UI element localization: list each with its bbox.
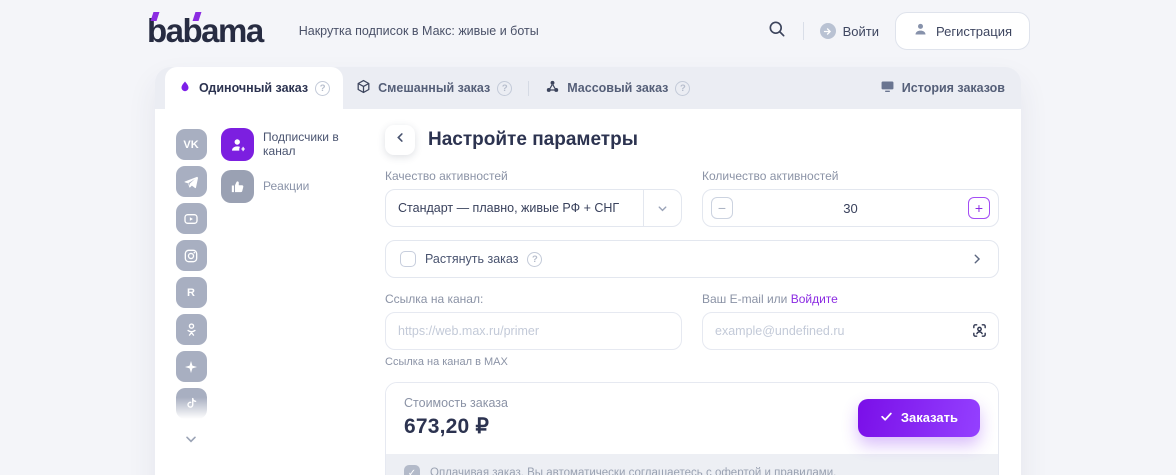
stretch-checkbox[interactable] <box>400 251 416 267</box>
rules-link[interactable]: правилами <box>774 467 833 475</box>
tab-mass-order[interactable]: Массовый заказ ? <box>532 67 703 109</box>
question-icon[interactable]: ? <box>315 81 330 96</box>
chevron-right-icon <box>970 252 984 266</box>
logo-text: babama <box>147 12 263 49</box>
register-label: Регистрация <box>936 24 1012 39</box>
monitor-icon <box>880 79 895 97</box>
logo[interactable]: babama <box>147 12 263 50</box>
service-item-reactions[interactable]: Реакции <box>221 170 369 203</box>
thumb-up-icon <box>221 170 254 203</box>
tab-bar: Одиночный заказ ? Смешанный заказ ? Масс… <box>155 67 1021 109</box>
header: babama Накрутка подписок в Макс: живые и… <box>0 0 1176 62</box>
quantity-label: Количество активностей <box>702 169 999 183</box>
stretch-label: Растянуть заказ <box>425 252 518 266</box>
person-icon <box>913 22 928 40</box>
sparkle-icon[interactable] <box>176 351 207 382</box>
agreement-bar: ✓ Оплачивая заказ, Вы автоматически согл… <box>386 454 998 475</box>
quantity-value[interactable]: 30 <box>733 201 968 216</box>
header-divider <box>803 22 804 40</box>
service-label: Реакции <box>263 180 309 194</box>
flame-icon <box>178 80 192 97</box>
youtube-icon[interactable] <box>176 203 207 234</box>
increment-button[interactable]: + <box>968 197 990 219</box>
tab-label: Массовый заказ <box>567 81 668 95</box>
stretch-order-row[interactable]: Растянуть заказ ? <box>385 240 999 278</box>
tab-mixed-order[interactable]: Смешанный заказ ? <box>343 67 525 109</box>
user-plus-icon <box>221 128 254 161</box>
odnoklassniki-icon[interactable] <box>176 314 207 345</box>
tiktok-icon[interactable] <box>176 388 207 419</box>
tab-order-history[interactable]: История заказов <box>867 67 1005 109</box>
service-list: Подписчики в канал Реакции <box>221 123 369 475</box>
order-form: Настройте параметры Качество активностей… <box>385 123 999 475</box>
quality-label: Качество активностей <box>385 169 682 183</box>
service-item-subscribers[interactable]: Подписчики в канал <box>221 128 369 161</box>
login-link[interactable]: Войдите <box>791 292 838 306</box>
quality-select[interactable]: Стандарт — плавно, живые РФ + СНГ <box>385 189 682 227</box>
rail-expand-button[interactable] <box>183 431 199 452</box>
autofill-contact-icon[interactable] <box>971 322 988 339</box>
login-label: Войти <box>843 24 879 39</box>
question-icon[interactable]: ? <box>675 81 690 96</box>
tab-divider <box>528 81 529 96</box>
telegram-icon[interactable] <box>176 166 207 197</box>
page-title: Настройте параметры <box>428 129 638 151</box>
social-network-rail: VK R <box>169 123 213 475</box>
register-button[interactable]: Регистрация <box>895 12 1030 50</box>
agreement-text: Оплачивая заказ, Вы автоматически соглаш… <box>430 467 836 475</box>
check-icon <box>880 410 893 426</box>
channel-link-label: Ссылка на канал: <box>385 292 682 306</box>
channel-link-input[interactable] <box>385 312 682 350</box>
service-label: Подписчики в канал <box>263 131 369 159</box>
email-label: Ваш E-mail или Войдите <box>702 292 999 306</box>
site-tagline: Накрутка подписок в Макс: живые и боты <box>299 24 539 38</box>
rutube-icon[interactable]: R <box>176 277 207 308</box>
quality-value: Стандарт — плавно, живые РФ + СНГ <box>398 201 619 215</box>
login-button[interactable]: Войти <box>820 23 879 39</box>
instagram-icon[interactable] <box>176 240 207 271</box>
question-icon[interactable]: ? <box>527 252 542 267</box>
order-button-label: Заказать <box>901 410 958 425</box>
tab-label: Смешанный заказ <box>378 81 490 95</box>
cube-icon <box>356 79 371 97</box>
login-arrow-icon <box>820 23 836 39</box>
search-icon <box>767 19 787 44</box>
decrement-button[interactable]: − <box>711 197 733 219</box>
offer-link[interactable]: офертой <box>715 467 761 475</box>
price-panel: Стоимость заказа 673,20 ₽ Заказать ✓ Опл… <box>385 382 999 475</box>
order-card: Одиночный заказ ? Смешанный заказ ? Масс… <box>155 67 1021 475</box>
chevron-left-icon <box>394 131 407 149</box>
search-button[interactable] <box>767 19 787 44</box>
channel-link-helper: Ссылка на канал в MAX <box>385 356 682 368</box>
price-value: 673,20 ₽ <box>404 414 508 439</box>
tab-single-order[interactable]: Одиночный заказ ? <box>165 67 343 109</box>
tab-label: Одиночный заказ <box>199 81 308 95</box>
tab-label: История заказов <box>902 81 1005 95</box>
question-icon[interactable]: ? <box>497 81 512 96</box>
back-button[interactable] <box>385 125 415 155</box>
price-label: Стоимость заказа <box>404 396 508 410</box>
cluster-icon <box>545 79 560 97</box>
vk-icon[interactable]: VK <box>176 129 207 160</box>
chevron-down-icon <box>643 190 681 226</box>
agreement-checkbox[interactable]: ✓ <box>404 465 420 475</box>
email-input[interactable] <box>702 312 999 350</box>
order-button[interactable]: Заказать <box>858 399 980 437</box>
chevron-down-icon <box>183 431 199 452</box>
quantity-stepper: − 30 + <box>702 189 999 227</box>
